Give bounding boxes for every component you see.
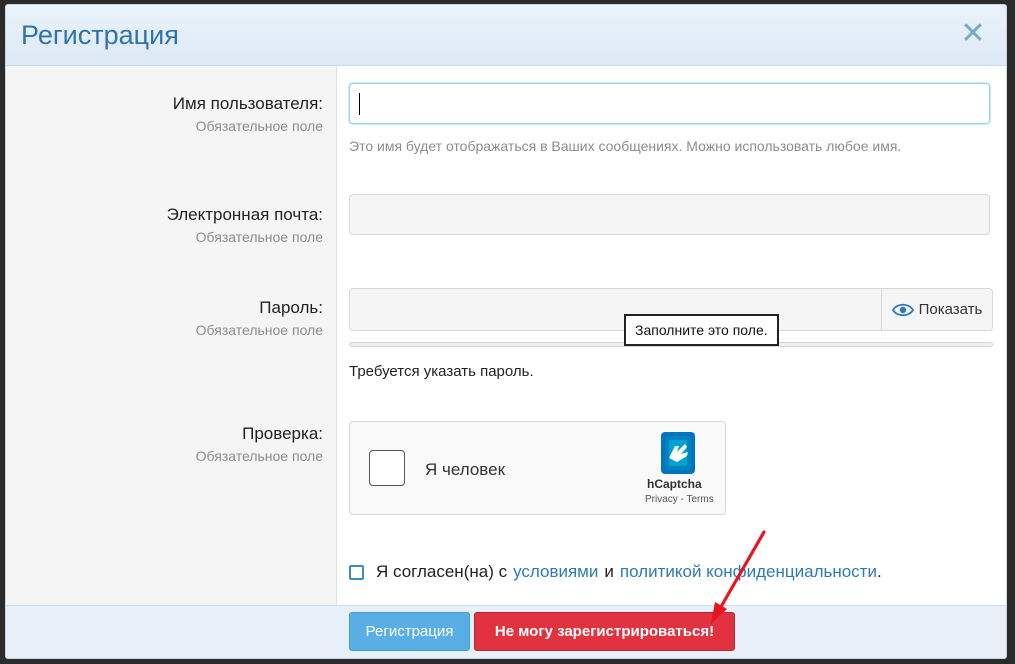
email-required: Обязательное поле [195, 229, 323, 245]
username-hint: Это имя будет отображаться в Ваших сообщ… [349, 138, 902, 154]
username-input[interactable] [349, 83, 990, 124]
email-label: Электронная почта: [166, 205, 323, 224]
password-message: Требуется указать пароль. [349, 363, 534, 380]
eye-icon [891, 303, 914, 316]
agreement-conj: и [604, 562, 614, 581]
verification-label: Проверка: [242, 424, 323, 443]
dialog-header: Регистрация ✕ [6, 5, 1006, 66]
username-required: Обязательное поле [195, 118, 323, 134]
username-label: Имя пользователя: [172, 94, 323, 113]
hcaptcha-widget: Я человек hCaptcha Privacy - Terms [349, 421, 726, 515]
red-arrow-annotation [711, 530, 766, 624]
dialog-footer: Регистрация Не могу зарегистрироваться! [6, 605, 1006, 658]
password-required: Обязательное поле [195, 322, 323, 338]
username-label-group: Имя пользователя: Обязательное поле [173, 94, 323, 134]
agreement-checkbox[interactable] [349, 564, 364, 580]
captcha-checkbox[interactable] [369, 450, 405, 486]
show-password-button[interactable]: Показать [881, 289, 992, 330]
terms-link[interactable]: условиями [513, 562, 598, 582]
captcha-text: Я человек [425, 460, 506, 479]
captcha-brand: hCaptcha [647, 477, 702, 491]
registration-dialog: Регистрация ✕ Имя пользователя: Обязател… [5, 4, 1007, 659]
password-label: Пароль: [259, 298, 323, 317]
verification-label-group: Проверка: Обязательное поле [196, 424, 323, 464]
validation-tooltip: Заполните это поле. [624, 314, 779, 346]
close-icon[interactable]: ✕ [958, 19, 988, 49]
show-password-label: Показать [918, 301, 983, 318]
email-label-group: Электронная почта: Обязательное поле [167, 205, 323, 245]
dialog-title: Регистрация [21, 20, 179, 50]
verification-required: Обязательное поле [195, 448, 323, 464]
hcaptcha-logo-icon [661, 432, 695, 474]
agreement-prefix: Я согласен(на) с [376, 562, 508, 581]
email-input[interactable] [349, 194, 990, 235]
agreement-row: Я согласен(на) с условиями и политикой к… [349, 562, 882, 582]
register-button[interactable]: Регистрация [349, 612, 470, 651]
password-label-group: Пароль: Обязательное поле [196, 298, 323, 338]
agreement-suffix: . [876, 562, 882, 581]
text-caret [359, 93, 360, 115]
cant-register-button[interactable]: Не могу зарегистрироваться! [474, 612, 735, 651]
captcha-links[interactable]: Privacy - Terms [645, 494, 714, 505]
